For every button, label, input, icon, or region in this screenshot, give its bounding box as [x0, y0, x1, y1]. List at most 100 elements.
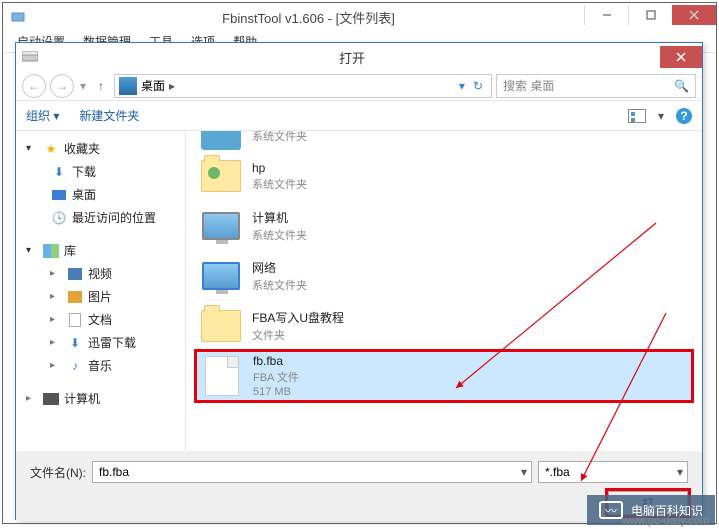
file-item-network[interactable]: 网络 系统文件夹: [196, 251, 692, 301]
tree-music-label: 音乐: [88, 357, 112, 374]
view-mode-button[interactable]: [628, 109, 646, 123]
tree-documents-label: 文档: [88, 311, 112, 328]
file-item-systop[interactable]: 系统文件夹: [196, 131, 692, 151]
file-type: 系统文件夹: [252, 176, 307, 192]
open-dialog: 打开 ← → ▾ ↑ 桌面 ▸ ▾ ↻ 搜索 桌面 🔍 组织 ▾ 新建文件夹 ▾…: [15, 42, 703, 520]
dialog-body: ▾ ★ 收藏夹 ⬇ 下载 桌面 🕓 最近访问的位置 ▾ 库: [16, 131, 702, 451]
download-icon: ⬇: [66, 335, 84, 351]
video-icon: [66, 266, 84, 282]
desktop-icon: [119, 77, 137, 95]
app-icon: [3, 10, 33, 24]
tree-favorites-label: 收藏夹: [64, 140, 100, 157]
refresh-icon[interactable]: ↻: [469, 79, 487, 93]
network-icon: [200, 255, 242, 297]
tree-favorites[interactable]: ▾ ★ 收藏夹: [20, 137, 181, 160]
tree-pictures-label: 图片: [88, 288, 112, 305]
toolbar: 组织 ▾ 新建文件夹 ▾ ?: [16, 101, 702, 131]
tree-videos-label: 视频: [88, 265, 112, 282]
app-title: FbinstTool v1.606 - [文件列表]: [33, 8, 584, 27]
expand-icon[interactable]: ▸: [50, 360, 62, 371]
search-box[interactable]: 搜索 桌面 🔍: [496, 74, 696, 98]
expand-icon[interactable]: ▸: [26, 393, 38, 404]
file-list: 系统文件夹 hp 系统文件夹 计算机 系统文件夹 网络: [186, 131, 702, 451]
search-icon: 🔍: [674, 79, 689, 93]
file-type: 文件夹: [252, 327, 344, 343]
file-name: fb.fba: [253, 354, 299, 368]
tree-desktop[interactable]: 桌面: [20, 183, 181, 206]
library-icon: [42, 243, 60, 259]
file-type: 系统文件夹: [252, 227, 307, 243]
file-icon: [201, 355, 243, 397]
tree-recent[interactable]: 🕓 最近访问的位置: [20, 206, 181, 229]
tree-computer-label: 计算机: [64, 390, 100, 407]
expand-icon[interactable]: ▸: [50, 268, 62, 279]
tree-xunlei[interactable]: ▸ ⬇ 迅雷下载: [20, 331, 181, 354]
filter-value: *.fba: [545, 465, 570, 479]
search-placeholder: 搜索 桌面: [503, 77, 554, 94]
computer-icon: [42, 391, 60, 407]
expand-icon[interactable]: ▸: [50, 314, 62, 325]
location-label: 桌面: [141, 77, 165, 94]
nav-tree: ▾ ★ 收藏夹 ⬇ 下载 桌面 🕓 最近访问的位置 ▾ 库: [16, 131, 186, 451]
chevron-right-icon: ▸: [169, 79, 175, 93]
tree-downloads-label: 下载: [72, 163, 96, 180]
close-button[interactable]: [672, 5, 716, 25]
watermark-logo-icon: 〰: [599, 501, 623, 519]
tree-videos[interactable]: ▸ 视频: [20, 262, 181, 285]
tree-pictures[interactable]: ▸ 图片: [20, 285, 181, 308]
drive-icon: [16, 51, 44, 63]
document-icon: [66, 312, 84, 328]
view-dropdown-icon[interactable]: ▾: [658, 109, 664, 123]
tree-libraries[interactable]: ▾ 库: [20, 239, 181, 262]
help-icon[interactable]: ?: [676, 108, 692, 124]
expand-icon[interactable]: ▸: [50, 291, 62, 302]
tree-documents[interactable]: ▸ 文档: [20, 308, 181, 331]
location-box[interactable]: 桌面 ▸ ▾ ↻: [114, 74, 492, 98]
back-button[interactable]: ←: [22, 74, 46, 98]
new-folder-button[interactable]: 新建文件夹: [79, 107, 139, 124]
star-icon: ★: [42, 141, 60, 157]
download-icon: ⬇: [50, 164, 68, 180]
computer-icon: [200, 205, 242, 247]
expand-icon[interactable]: ▸: [50, 337, 62, 348]
location-dropdown-icon[interactable]: ▾: [459, 79, 465, 93]
nav-bar: ← → ▾ ↑ 桌面 ▸ ▾ ↻ 搜索 桌面 🔍: [16, 71, 702, 101]
picture-icon: [66, 289, 84, 305]
filter-combo[interactable]: *.fba: [538, 461, 688, 483]
dialog-close-button[interactable]: [660, 46, 702, 68]
expand-icon[interactable]: ▾: [26, 245, 38, 256]
maximize-button[interactable]: [628, 5, 672, 25]
folder-icon: [200, 305, 242, 347]
file-name: FBA写入U盘教程: [252, 309, 344, 326]
filename-input[interactable]: fb.fba: [92, 461, 532, 483]
tree-recent-label: 最近访问的位置: [72, 209, 156, 226]
tree-downloads[interactable]: ⬇ 下载: [20, 160, 181, 183]
expand-icon[interactable]: ▾: [26, 143, 38, 154]
file-type: 系统文件夹: [252, 277, 307, 293]
file-name: 网络: [252, 259, 307, 276]
tree-computer[interactable]: ▸ 计算机: [20, 387, 181, 410]
file-item-fba[interactable]: fb.fba FBA 文件 517 MB: [196, 351, 692, 401]
dialog-titlebar: 打开: [16, 43, 702, 71]
app-titlebar: FbinstTool v1.606 - [文件列表]: [3, 3, 716, 31]
file-size: 517 MB: [253, 386, 299, 398]
up-button[interactable]: ↑: [92, 79, 110, 93]
tree-music[interactable]: ▸ ♪ 音乐: [20, 354, 181, 377]
file-item-computer[interactable]: 计算机 系统文件夹: [196, 201, 692, 251]
minimize-button[interactable]: [584, 5, 628, 25]
folder-icon: [200, 155, 242, 197]
file-item-hp[interactable]: hp 系统文件夹: [196, 151, 692, 201]
filename-label: 文件名(N):: [30, 464, 86, 481]
watermark-site: www.pc-daily.com: [622, 515, 709, 527]
tree-libraries-label: 库: [64, 242, 76, 259]
tree-desktop-label: 桌面: [72, 186, 96, 203]
file-type: FBA 文件: [253, 369, 299, 385]
file-name: 计算机: [252, 209, 307, 226]
forward-button[interactable]: →: [50, 74, 74, 98]
organize-button[interactable]: 组织 ▾: [26, 107, 59, 124]
printer-icon: [200, 131, 242, 157]
recent-icon: 🕓: [50, 210, 68, 226]
history-dropdown-icon[interactable]: ▾: [78, 79, 88, 93]
dialog-title: 打开: [44, 48, 660, 67]
file-item-tutorial[interactable]: FBA写入U盘教程 文件夹: [196, 301, 692, 351]
